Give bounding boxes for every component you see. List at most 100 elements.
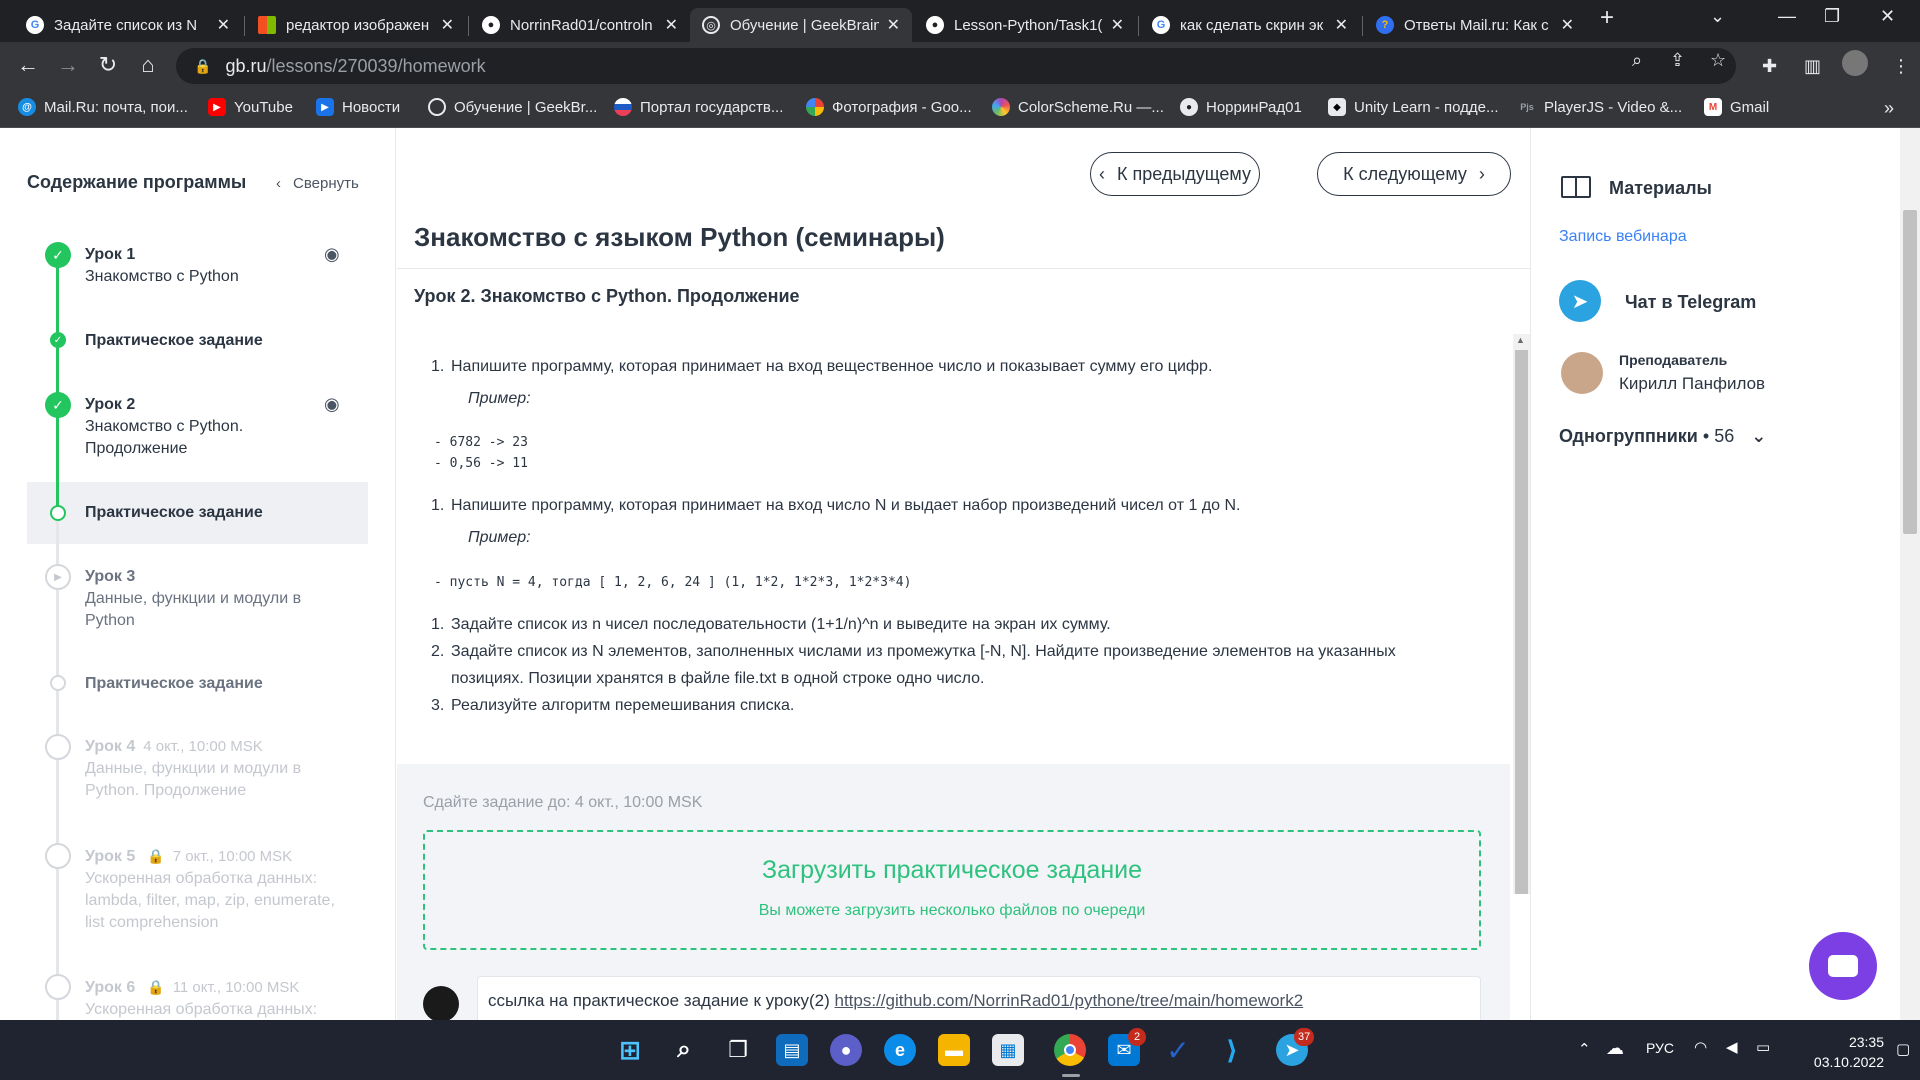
search-icon[interactable]: ⌕ — [668, 1034, 700, 1066]
close-tab-icon[interactable]: ✕ — [217, 15, 230, 35]
bookmark-github[interactable]: ● НорринРад01 — [1180, 98, 1302, 116]
bookmark-unity[interactable]: ◆ Unity Learn - подде... — [1328, 98, 1499, 116]
tab-separator — [1138, 16, 1139, 36]
side-panel-icon[interactable]: ▥ — [1804, 56, 1821, 77]
task-view-icon[interactable]: ❐ — [722, 1034, 754, 1066]
upload-dropzone[interactable]: Загрузить практическое задание Вы можете… — [423, 830, 1481, 950]
collapse-button[interactable]: ‹ Свернуть — [276, 175, 359, 192]
language-indicator[interactable]: РУС — [1646, 1040, 1674, 1056]
notifications-icon[interactable]: ▢ — [1896, 1040, 1910, 1058]
share-icon[interactable]: ⇪ — [1670, 50, 1685, 71]
news-icon: ▶ — [316, 98, 334, 116]
chevron-left-icon: ‹ — [276, 175, 281, 192]
zoom-search-icon[interactable]: ⌕ — [1632, 50, 1642, 71]
materials-sidebar: Материалы Запись вебинара ➤ Чат в Telegr… — [1530, 128, 1920, 1020]
comment-link[interactable]: https://github.com/NorrinRad01/pythone/t… — [834, 991, 1303, 1010]
close-tab-icon[interactable]: ✕ — [441, 15, 454, 35]
eye-icon[interactable]: ◉ — [324, 244, 340, 265]
cloud-icon[interactable]: ☁ — [1606, 1038, 1624, 1059]
github-icon: ● — [482, 16, 500, 34]
file-explorer-icon[interactable]: ▬ — [938, 1034, 970, 1066]
vscode-icon[interactable]: ⟩ — [1216, 1034, 1248, 1066]
bookmark-google-photos[interactable]: Фотография - Goo... — [806, 98, 972, 116]
edge-icon[interactable]: e — [884, 1034, 916, 1066]
close-tab-icon[interactable]: ✕ — [1561, 15, 1574, 35]
clock[interactable]: 23:35 03.10.2022 — [1792, 1032, 1884, 1072]
tab-google-screenshot[interactable]: G как сделать скрин эк ✕ — [1140, 8, 1360, 42]
example-label: Пример: — [468, 390, 531, 407]
scroll-up-arrow-icon[interactable]: ▲ — [1516, 335, 1525, 345]
teacher-name[interactable]: Кирилл Панфилов — [1619, 374, 1765, 394]
wifi-icon[interactable]: ◠ — [1694, 1038, 1707, 1056]
bookmark-label: Портал государств... — [640, 98, 784, 116]
lesson-title: Урок 6 — [85, 979, 136, 996]
home-icon[interactable]: ⌂ — [134, 52, 162, 78]
reload-icon[interactable]: ↻ — [94, 52, 122, 78]
content-scrollbar-thumb[interactable] — [1515, 350, 1528, 894]
back-icon[interactable]: ← — [14, 52, 42, 78]
task-number: 2. — [431, 643, 445, 660]
store-icon[interactable]: ▦ — [992, 1034, 1024, 1066]
profile-avatar[interactable] — [1842, 50, 1868, 76]
menu-dots-icon[interactable]: ⋮ — [1892, 56, 1910, 77]
telegram-chat-link[interactable]: Чат в Telegram — [1625, 292, 1756, 313]
sidebar-item-lesson-3[interactable]: Урок 3 Данные, функции и модули в Python — [85, 566, 375, 632]
chevron-up-icon[interactable]: ⌃ — [1578, 1040, 1591, 1058]
bookmark-geekbrains[interactable]: Обучение | GeekBr... — [428, 98, 597, 116]
more-bookmarks-icon[interactable]: » — [1884, 98, 1894, 119]
webinar-link[interactable]: Запись вебинара — [1559, 228, 1687, 246]
unity-icon: ◆ — [1328, 98, 1346, 116]
telegram-icon[interactable]: ➤ — [1559, 280, 1601, 322]
tab-google-search[interactable]: G Задайте список из N ✕ — [14, 8, 242, 42]
gosuslugi-icon — [614, 98, 632, 116]
close-window-button[interactable]: ✕ — [1880, 6, 1895, 27]
bookmark-colorscheme[interactable]: ColorScheme.Ru —... — [992, 98, 1164, 116]
extensions-icon[interactable]: ✚ — [1762, 56, 1777, 77]
sidebar-item-practice-3[interactable]: Практическое задание — [85, 673, 375, 695]
tab-github-control[interactable]: ● NorrinRad01/controln ✕ — [470, 8, 690, 42]
sidebar-item-practice-2[interactable]: Практическое задание — [85, 502, 375, 524]
tab-geekbrains-active[interactable]: ◎ Обучение | GeekBrain ✕ — [690, 8, 912, 42]
close-tab-icon[interactable]: ✕ — [665, 15, 678, 35]
sidebar-item-lesson-4[interactable]: Урок 4 4 окт., 10:00 MSK Данные, функции … — [85, 736, 375, 802]
lock-icon[interactable]: 🔒 — [194, 58, 211, 75]
volume-icon[interactable]: ◀ — [1726, 1038, 1738, 1056]
next-lesson-button[interactable]: К следующему › — [1317, 152, 1511, 196]
classmates-toggle[interactable]: Одногруппники • 56 ⌄ — [1559, 426, 1766, 447]
chrome-icon[interactable] — [1054, 1034, 1086, 1066]
bookmark-gosuslugi[interactable]: Портал государств... — [614, 98, 783, 116]
page-scrollbar-thumb[interactable] — [1903, 210, 1917, 534]
close-tab-icon[interactable]: ✕ — [1111, 15, 1124, 35]
sidebar-item-lesson-5[interactable]: Урок 5 🔒 7 окт., 10:00 MSK Ускоренная обра… — [85, 845, 375, 934]
battery-icon[interactable]: ▭ — [1756, 1038, 1770, 1056]
bookmark-star-icon[interactable]: ☆ — [1710, 50, 1726, 71]
sidebar-item-practice-1[interactable]: Практическое задание — [85, 330, 375, 352]
eye-icon[interactable]: ◉ — [324, 394, 340, 415]
tab-image-editor[interactable]: редактор изображен ✕ — [246, 8, 466, 42]
bookmark-playerjs[interactable]: Pjs PlayerJS - Video &... — [1518, 98, 1682, 116]
tab-title: NorrinRad01/controln — [510, 16, 653, 34]
tab-github-lesson[interactable]: ● Lesson-Python/Task1( ✕ — [914, 8, 1136, 42]
teams-chat-icon[interactable]: ● — [830, 1034, 862, 1066]
bookmark-youtube[interactable]: ▶ YouTube — [208, 98, 293, 116]
tab-mailru-answers[interactable]: ? Ответы Mail.ru: Как с ✕ — [1364, 8, 1586, 42]
bookmark-news[interactable]: ▶ Новости — [316, 98, 400, 116]
address-bar[interactable]: 🔒 gb.ru /lessons/270039/homework — [176, 48, 1736, 84]
start-icon[interactable]: ⊞ — [614, 1034, 646, 1066]
tab-search-chevron-icon[interactable]: ⌄ — [1710, 6, 1725, 27]
restore-button[interactable]: ❐ — [1824, 6, 1840, 27]
sidebar-item-lesson-6[interactable]: Урок 6 🔒 11 окт., 10:00 MSK Ускоренная обр… — [85, 976, 375, 1020]
divider — [397, 268, 1530, 269]
bookmark-mailru[interactable]: @ Mail.Ru: почта, пои... — [18, 98, 188, 116]
bookmark-gmail[interactable]: M Gmail — [1704, 98, 1769, 116]
prev-lesson-button[interactable]: ‹ К предыдущему — [1090, 152, 1260, 196]
close-tab-icon[interactable]: ✕ — [1335, 15, 1348, 35]
tab-title: Задайте список из N — [54, 16, 198, 34]
todo-icon[interactable]: ✓ — [1162, 1034, 1194, 1066]
support-chat-button[interactable] — [1809, 932, 1877, 1000]
new-tab-button[interactable]: + — [1600, 4, 1614, 32]
widgets-icon[interactable]: ▤ — [776, 1034, 808, 1066]
close-tab-icon[interactable]: ✕ — [887, 15, 900, 35]
minimize-button[interactable]: — — [1778, 6, 1796, 27]
forward-icon[interactable]: → — [54, 52, 82, 78]
